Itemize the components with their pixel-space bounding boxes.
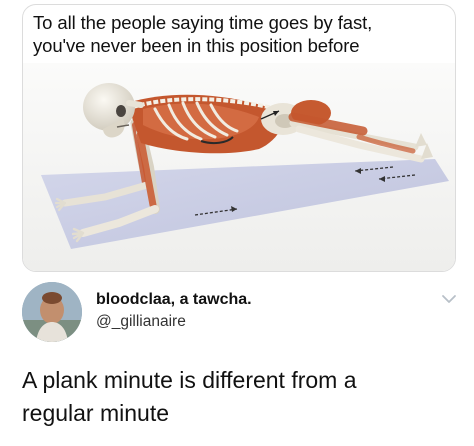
neck xyxy=(126,100,144,108)
chevron-down-icon[interactable] xyxy=(440,292,458,306)
avatar[interactable] xyxy=(22,282,82,342)
tweet-text: A plank minute is different from a regul… xyxy=(22,364,462,430)
skull xyxy=(83,83,135,131)
tweet-text-line-1: A plank minute is different from a xyxy=(22,367,357,393)
eye-socket xyxy=(116,105,126,117)
meme-caption: To all the people saying time goes by fa… xyxy=(33,11,443,57)
user-handle[interactable]: @_gillianaire xyxy=(96,313,186,331)
meme-caption-line-2: you've never been in this position befor… xyxy=(33,35,360,56)
meme-image-card[interactable]: To all the people saying time goes by fa… xyxy=(22,4,456,272)
meme-caption-line-1: To all the people saying time goes by fa… xyxy=(33,12,373,33)
tweet-text-line-2: regular minute xyxy=(22,400,170,426)
display-name[interactable]: bloodclaa, a tawcha. xyxy=(96,291,252,309)
avatar-photo xyxy=(22,282,82,342)
plank-skeleton-illustration xyxy=(23,63,455,271)
